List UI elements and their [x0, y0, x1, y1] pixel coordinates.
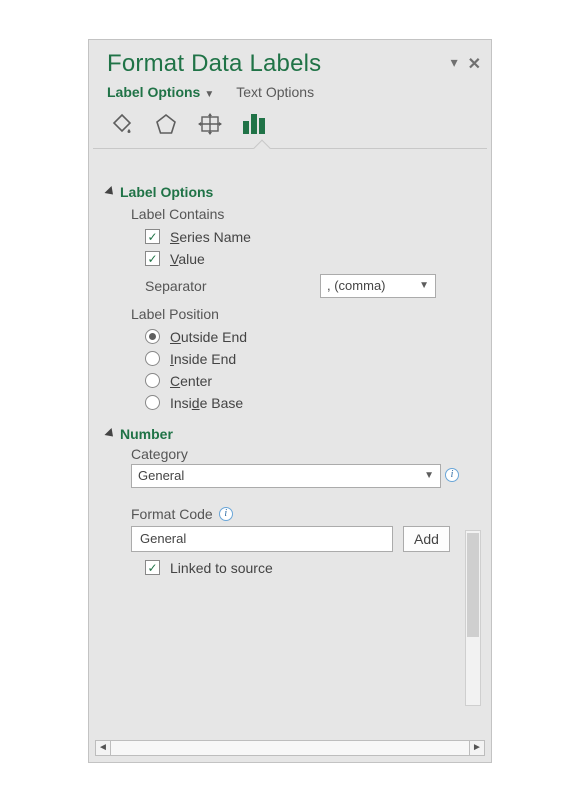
tab-text-options-text: Text Options — [236, 84, 314, 100]
task-pane-options-icon[interactable]: ▾ — [451, 54, 458, 74]
category-label: Category — [131, 444, 473, 462]
info-icon[interactable]: i — [445, 468, 459, 482]
size-properties-icon[interactable] — [195, 110, 225, 138]
radio-center-label: Center — [170, 373, 212, 389]
effects-icon[interactable] — [151, 110, 181, 138]
radio-center-row: Center — [93, 370, 487, 392]
section-label-options[interactable]: Label Options — [93, 178, 487, 202]
checkbox-series-name[interactable] — [145, 229, 160, 244]
separator-row: Separator , (comma) ▼ — [93, 270, 487, 302]
radio-inside-end[interactable] — [145, 351, 160, 366]
checkbox-value-label: Value — [170, 251, 205, 267]
format-data-labels-pane: Format Data Labels ▾ ✕ Label Options ▼ Te… — [88, 39, 492, 763]
tab-label-options-text: Label Options — [107, 84, 200, 100]
label-contains-heading: Label Contains — [93, 202, 487, 226]
category-icon-bar — [89, 110, 491, 148]
format-code-input[interactable]: General — [131, 526, 393, 552]
divider — [93, 148, 487, 149]
add-button[interactable]: Add — [403, 526, 450, 552]
chevron-down-icon: ▼ — [204, 89, 214, 100]
format-code-value: General — [140, 531, 186, 546]
separator-select[interactable]: , (comma) ▼ — [320, 274, 436, 298]
section-number-title: Number — [120, 426, 173, 442]
radio-outside-end[interactable] — [145, 329, 160, 344]
label-options-icon[interactable] — [239, 110, 269, 138]
checkbox-series-name-label: Series Name — [170, 229, 251, 245]
expand-icon — [104, 185, 116, 197]
tab-label-options[interactable]: Label Options ▼ — [107, 84, 214, 100]
horizontal-scrollbar[interactable]: ◄ ► — [95, 740, 485, 756]
radio-inside-end-row: Inside End — [93, 348, 487, 370]
checkbox-series-name-row: Series Name — [93, 226, 487, 248]
tab-strip: Label Options ▼ Text Options — [89, 82, 491, 110]
title-bar: Format Data Labels ▾ ✕ — [89, 40, 491, 82]
pane-title: Format Data Labels — [107, 50, 451, 78]
separator-label: Separator — [145, 278, 310, 294]
chevron-down-icon: ▼ — [424, 470, 434, 481]
scrollbar-track[interactable] — [111, 740, 469, 756]
radio-outside-end-label: Outside End — [170, 329, 247, 345]
tab-text-options[interactable]: Text Options — [236, 84, 314, 100]
expand-icon — [104, 427, 116, 439]
radio-inside-end-label: Inside End — [170, 351, 236, 367]
label-position-heading: Label Position — [93, 302, 487, 326]
fill-line-icon[interactable] — [107, 110, 137, 138]
scroll-right-button[interactable]: ► — [469, 740, 485, 756]
radio-inside-base-row: Inside Base — [93, 392, 487, 414]
chevron-down-icon: ▼ — [419, 280, 429, 291]
category-select[interactable]: General ▼ — [131, 464, 441, 488]
format-code-label: Format Code i — [131, 488, 473, 522]
radio-outside-end-row: Outside End — [93, 326, 487, 348]
section-label-options-title: Label Options — [120, 184, 213, 200]
radio-inside-base-label: Inside Base — [170, 395, 243, 411]
separator-value: , (comma) — [327, 278, 386, 293]
options-body: Label Options Label Contains Series Name… — [93, 178, 487, 736]
radio-center[interactable] — [145, 373, 160, 388]
radio-inside-base[interactable] — [145, 395, 160, 410]
scroll-left-button[interactable]: ◄ — [95, 740, 111, 756]
section-number[interactable]: Number — [93, 420, 487, 444]
checkbox-linked-to-source[interactable] — [145, 560, 160, 575]
category-value: General — [138, 468, 184, 483]
checkbox-linked-label: Linked to source — [170, 560, 273, 576]
checkbox-value[interactable] — [145, 251, 160, 266]
info-icon[interactable]: i — [219, 507, 233, 521]
checkbox-value-row: Value — [93, 248, 487, 270]
scrollbar-thumb[interactable] — [467, 533, 479, 637]
vertical-scrollbar[interactable] — [465, 530, 481, 706]
close-icon[interactable]: ✕ — [468, 54, 481, 74]
